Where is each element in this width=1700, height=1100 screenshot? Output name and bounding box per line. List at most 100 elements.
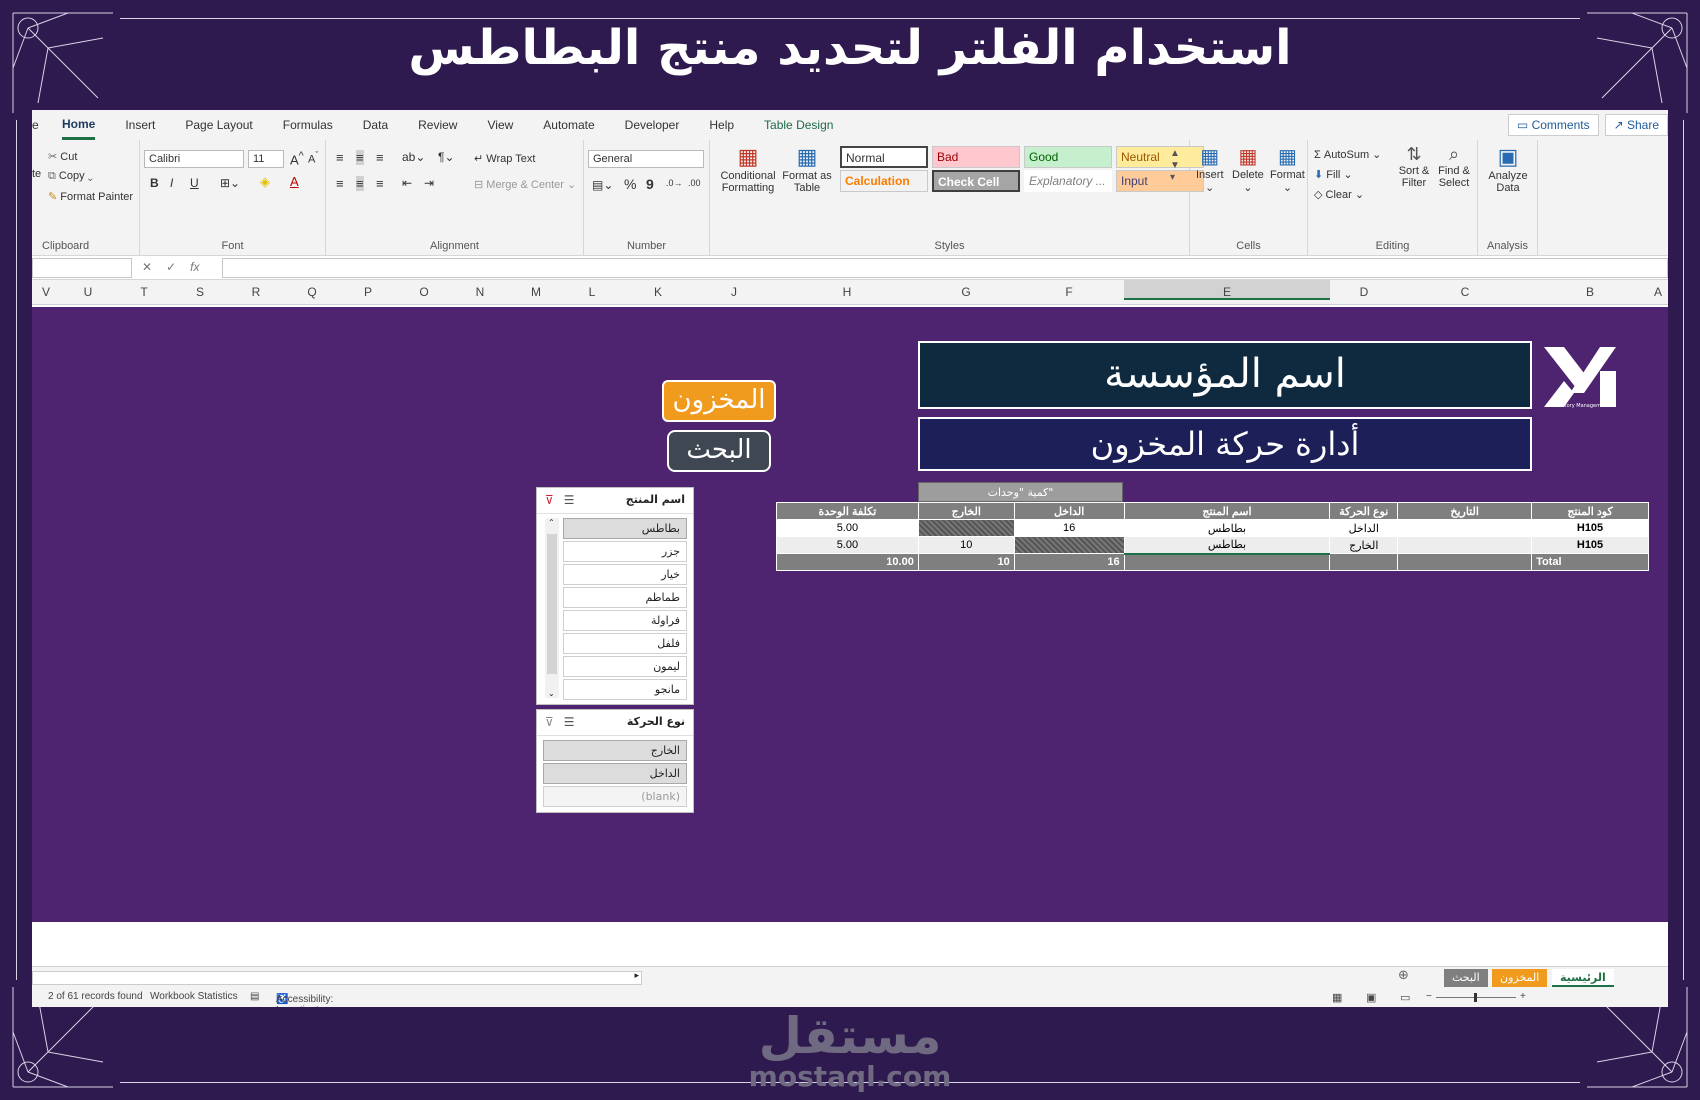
sheet-tab-inventory[interactable]: المخزون [1492, 969, 1548, 987]
tab-view[interactable]: View [487, 112, 513, 138]
decrease-indent-icon[interactable]: ⇤ [402, 176, 412, 190]
number-format-select[interactable]: General [588, 150, 704, 168]
sort-filter-button[interactable]: ⇅ Sort & Filter [1394, 144, 1434, 189]
slicer-item-cucumber[interactable]: خيار [563, 564, 687, 585]
insert-cells-button[interactable]: ▦ Insert ⌄ [1196, 144, 1224, 194]
style-explanatory[interactable]: Explanatory ... [1024, 170, 1112, 192]
zoom-in-icon[interactable]: + [1520, 991, 1526, 1002]
col-header-g[interactable]: G [918, 285, 1014, 299]
tab-automate[interactable]: Automate [543, 112, 594, 138]
cell-out[interactable] [917, 519, 1015, 537]
borders-icon[interactable]: ⊞⌄ [220, 176, 240, 190]
italic-button[interactable]: I [170, 176, 173, 190]
col-header-u[interactable]: U [60, 285, 116, 299]
col-header-a[interactable]: A [1648, 285, 1668, 299]
slicer-item-pepper[interactable]: فلفل [563, 633, 687, 654]
cell-unit-cost[interactable]: 5.00 [776, 519, 919, 537]
col-header-b[interactable]: B [1532, 285, 1648, 299]
cancel-icon[interactable]: ✕ [142, 260, 166, 274]
header-product-name[interactable]: اسم المنتج [1123, 502, 1331, 520]
total-in[interactable]: 16 [1013, 553, 1125, 571]
tab-home[interactable]: Home [62, 111, 96, 140]
font-name-select[interactable]: Calibri [144, 150, 244, 168]
col-header-s[interactable]: S [172, 285, 228, 299]
underline-button[interactable]: U [190, 176, 199, 190]
copy-button[interactable]: ⧉ Copy ⌄ [48, 170, 93, 183]
shrink-font-icon[interactable]: Aˇ [308, 150, 318, 166]
col-header-e[interactable]: E [1124, 280, 1330, 300]
font-size-select[interactable]: 11 [248, 150, 284, 168]
slicer-item-tomato[interactable]: طماطم [563, 587, 687, 608]
fill-button[interactable]: ⬇ Fill ⌄ [1314, 168, 1353, 181]
styles-scroll-icon[interactable]: ▲ ▼ ▾ [1170, 148, 1180, 184]
header-in[interactable]: الداخل [1013, 502, 1125, 520]
orientation-icon[interactable]: ab⌄ [402, 150, 425, 164]
slicer-item-in[interactable]: الداخل [543, 763, 687, 784]
format-cells-button[interactable]: ▦ Format ⌄ [1270, 144, 1305, 194]
search-button[interactable]: البحث [667, 430, 771, 472]
style-bad[interactable]: Bad [932, 146, 1020, 168]
slicer-item-lemon[interactable]: ليمون [563, 656, 687, 677]
format-as-table-button[interactable]: ▦ Format as Table [782, 144, 832, 194]
tab-data[interactable]: Data [363, 112, 388, 138]
align-right-icon[interactable]: ≡ [376, 176, 384, 191]
align-left-icon[interactable]: ≡ [336, 176, 344, 191]
share-button[interactable]: ↗ Share [1604, 114, 1668, 136]
product-slicer-scrollbar[interactable]: ⌃ ⌄ [545, 518, 559, 698]
inventory-button[interactable]: المخزون [662, 380, 776, 422]
col-header-t[interactable]: T [116, 285, 172, 299]
slicer-item-carrot[interactable]: جزر [563, 541, 687, 562]
col-header-k[interactable]: K [620, 285, 696, 299]
cell-product-name[interactable]: بطاطس [1123, 536, 1331, 555]
multi-select-icon[interactable]: ☰ [564, 715, 575, 729]
tab-page-layout[interactable]: Page Layout [185, 112, 252, 138]
grow-font-icon[interactable]: A^ [290, 150, 304, 167]
name-box[interactable] [32, 258, 132, 278]
bold-button[interactable]: B [150, 176, 159, 190]
tab-formulas[interactable]: Formulas [283, 112, 333, 138]
accounting-icon[interactable]: ▤⌄ [592, 178, 613, 192]
col-header-j[interactable]: J [696, 285, 772, 299]
slicer-item-strawberry[interactable]: فراولة [563, 610, 687, 631]
tab-review[interactable]: Review [418, 112, 457, 138]
col-header-l[interactable]: L [564, 285, 620, 299]
total-empty-cell[interactable] [1329, 553, 1399, 571]
cell-date[interactable] [1397, 519, 1533, 537]
scroll-down-icon[interactable]: ⌄ [548, 689, 555, 698]
cell-unit-cost[interactable]: 5.00 [776, 536, 919, 554]
autosum-button[interactable]: Σ AutoSum ⌄ [1314, 148, 1381, 161]
sheet-tab-search[interactable]: البحث [1444, 969, 1488, 987]
increase-indent-icon[interactable]: ⇥ [424, 176, 434, 190]
comma-button[interactable]: 9 [646, 176, 654, 192]
clear-filter-icon[interactable]: ⊽ [545, 715, 554, 729]
paste-button[interactable]: te [32, 168, 41, 180]
clear-button[interactable]: ◇ Clear ⌄ [1314, 188, 1364, 201]
sheet-tab-main[interactable]: الرئيسية [1552, 969, 1614, 987]
col-header-r[interactable]: R [228, 285, 284, 299]
col-header-o[interactable]: O [396, 285, 452, 299]
worksheet-area[interactable]: اسم المؤسسة أدارة حركة المخزون Inventory… [32, 307, 1668, 922]
page-layout-view-icon[interactable]: ▣ [1366, 991, 1376, 1004]
page-break-view-icon[interactable]: ▭ [1400, 991, 1410, 1004]
slicer-item-blank[interactable]: (blank) [543, 786, 687, 807]
wrap-text-button[interactable]: ↵ Wrap Text [474, 152, 535, 165]
fill-color-icon[interactable]: ◈ [260, 174, 270, 190]
align-top-icon[interactable]: ≡ [336, 150, 344, 165]
cell-product-code[interactable]: H105 [1531, 519, 1649, 537]
delete-cells-button[interactable]: ▦ Delete ⌄ [1232, 144, 1264, 194]
col-header-v[interactable]: V [32, 285, 60, 299]
col-header-c[interactable]: C [1398, 285, 1532, 299]
align-bottom-icon[interactable]: ≡ [376, 150, 384, 165]
style-calculation[interactable]: Calculation [840, 170, 928, 192]
merge-center-button[interactable]: ⊟ Merge & Center ⌄ [474, 178, 576, 191]
comments-button[interactable]: ▭ Comments [1507, 114, 1599, 136]
header-date[interactable]: التاريخ [1397, 502, 1533, 520]
zoom-slider-thumb[interactable] [1474, 993, 1477, 1002]
col-header-p[interactable]: P [340, 285, 396, 299]
format-painter-button[interactable]: ✎ Format Painter [48, 190, 133, 203]
scroll-right-icon[interactable]: ▸ [634, 971, 639, 981]
increase-decimal-icon[interactable]: .0→ [666, 178, 683, 188]
slicer-item-out[interactable]: الخارج [543, 740, 687, 761]
header-out[interactable]: الخارج [917, 502, 1015, 520]
cell-movement-type[interactable]: الداخل [1329, 519, 1399, 537]
